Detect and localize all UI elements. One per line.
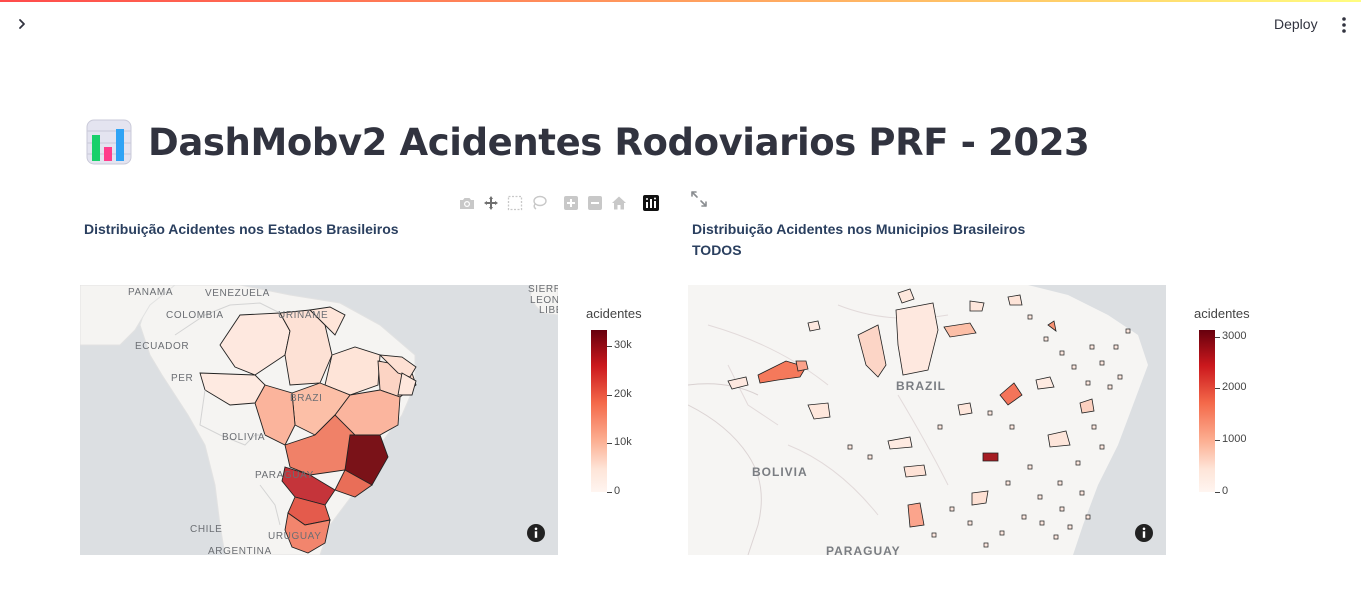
info-icon bbox=[1135, 524, 1153, 542]
left-tickmark bbox=[607, 395, 612, 396]
map-label-bolivia: BOLIVIA bbox=[222, 432, 265, 443]
bar-chart-icon bbox=[86, 119, 132, 165]
left-colorbar bbox=[591, 330, 607, 492]
plotly-logo-button[interactable] bbox=[639, 193, 663, 213]
map-label-panama: PANAMA bbox=[128, 287, 173, 298]
map-label-colombia: COLOMBIA bbox=[166, 310, 224, 321]
expand-icon bbox=[691, 191, 707, 207]
map-label-ecuador: ECUADOR bbox=[135, 341, 189, 352]
main-menu-button[interactable] bbox=[1334, 14, 1354, 36]
left-tickmark bbox=[607, 492, 612, 493]
map-label-sierra-leone-1: SIERR bbox=[528, 285, 558, 295]
left-colorbar-tick: 0 bbox=[614, 485, 621, 497]
right-colorbar-tick: 0 bbox=[1222, 485, 1229, 497]
chart-modebar bbox=[455, 193, 663, 213]
app-header: Deploy bbox=[0, 2, 1361, 48]
right-tickmark bbox=[1215, 492, 1220, 493]
map-label-chile: CHILE bbox=[190, 524, 222, 535]
map-label-liberia: LIBE bbox=[539, 305, 558, 316]
right-colorbar-tick: 1000 bbox=[1222, 433, 1247, 445]
left-colorbar-title: acidentes bbox=[586, 306, 642, 321]
kebab-menu-icon bbox=[1342, 17, 1346, 33]
map-label-paraguay: PARAGUAY bbox=[255, 470, 314, 481]
map-label-suriname: URINAME bbox=[278, 310, 328, 321]
right-colorbar-tick: 3000 bbox=[1222, 330, 1247, 342]
right-tickmark bbox=[1215, 337, 1220, 338]
box-select-button[interactable] bbox=[503, 193, 527, 213]
box-select-icon bbox=[507, 195, 523, 211]
home-icon bbox=[612, 196, 626, 210]
right-chart-title-line2: TODOS bbox=[692, 242, 742, 258]
chevron-right-icon bbox=[19, 19, 25, 29]
deploy-button[interactable]: Deploy bbox=[1266, 12, 1326, 36]
camera-icon bbox=[460, 198, 474, 209]
right-chart-title: Distribuição Acidentes nos Municipios Br… bbox=[692, 219, 1025, 261]
right-map-municipalities[interactable]: BRAZIL BOLIVIA PARAGUAY bbox=[688, 285, 1166, 555]
fullscreen-button[interactable] bbox=[690, 190, 710, 210]
modebar-spacer-2 bbox=[631, 193, 639, 213]
left-map-attribution-button[interactable] bbox=[526, 523, 546, 543]
lasso-icon bbox=[533, 195, 547, 210]
title-row: DashMobv2 Acidentes Rodoviarios PRF - 20… bbox=[86, 114, 1090, 170]
left-map-states[interactable]: PANAMA VENEZUELA COLOMBIA URINAME ECUADO… bbox=[80, 285, 558, 555]
left-map-svg: PANAMA VENEZUELA COLOMBIA URINAME ECUADO… bbox=[80, 285, 558, 555]
right-colorbar-tick: 2000 bbox=[1222, 381, 1247, 393]
plotly-logo-icon bbox=[643, 195, 659, 211]
map-label-brazil-right: BRAZIL bbox=[896, 379, 946, 393]
right-map-svg: BRAZIL BOLIVIA PARAGUAY bbox=[688, 285, 1166, 555]
pan-button[interactable] bbox=[479, 193, 503, 213]
left-colorbar-tick: 30k bbox=[614, 339, 632, 351]
expand-sidebar-button[interactable] bbox=[12, 14, 32, 34]
map-label-paraguay-right: PARAGUAY bbox=[826, 544, 901, 555]
right-colorbar-title: acidentes bbox=[1194, 306, 1250, 321]
map-label-peru: PER bbox=[171, 373, 193, 384]
right-chart-title-line1: Distribuição Acidentes nos Municipios Br… bbox=[692, 221, 1026, 237]
map-label-argentina: ARGENTINA bbox=[208, 546, 272, 555]
map-label-bolivia-right: BOLIVIA bbox=[752, 465, 808, 479]
left-tickmark bbox=[607, 443, 612, 444]
reset-view-button[interactable] bbox=[607, 193, 631, 213]
map-label-venezuela: VENEZUELA bbox=[205, 288, 270, 299]
zoom-in-icon bbox=[564, 196, 578, 210]
modebar-spacer bbox=[551, 193, 559, 213]
right-tickmark bbox=[1215, 440, 1220, 441]
download-png-button[interactable] bbox=[455, 193, 479, 213]
left-tickmark bbox=[607, 346, 612, 347]
page-title: DashMobv2 Acidentes Rodoviarios PRF - 20… bbox=[148, 120, 1090, 164]
zoom-out-icon bbox=[588, 196, 602, 210]
right-map-attribution-button[interactable] bbox=[1134, 523, 1154, 543]
pan-arrows-icon bbox=[484, 196, 498, 210]
left-colorbar-tick: 20k bbox=[614, 388, 632, 400]
left-colorbar-tick: 10k bbox=[614, 436, 632, 448]
right-tickmark bbox=[1215, 388, 1220, 389]
lasso-select-button[interactable] bbox=[527, 193, 551, 213]
zoom-in-button[interactable] bbox=[559, 193, 583, 213]
zoom-out-button[interactable] bbox=[583, 193, 607, 213]
left-chart-title: Distribuição Acidentes nos Estados Brasi… bbox=[84, 221, 399, 237]
info-icon bbox=[527, 524, 545, 542]
map-label-uruguay: URUGUAY bbox=[268, 531, 321, 542]
right-colorbar bbox=[1199, 330, 1215, 492]
map-label-brazil: BRAZI bbox=[290, 393, 322, 404]
